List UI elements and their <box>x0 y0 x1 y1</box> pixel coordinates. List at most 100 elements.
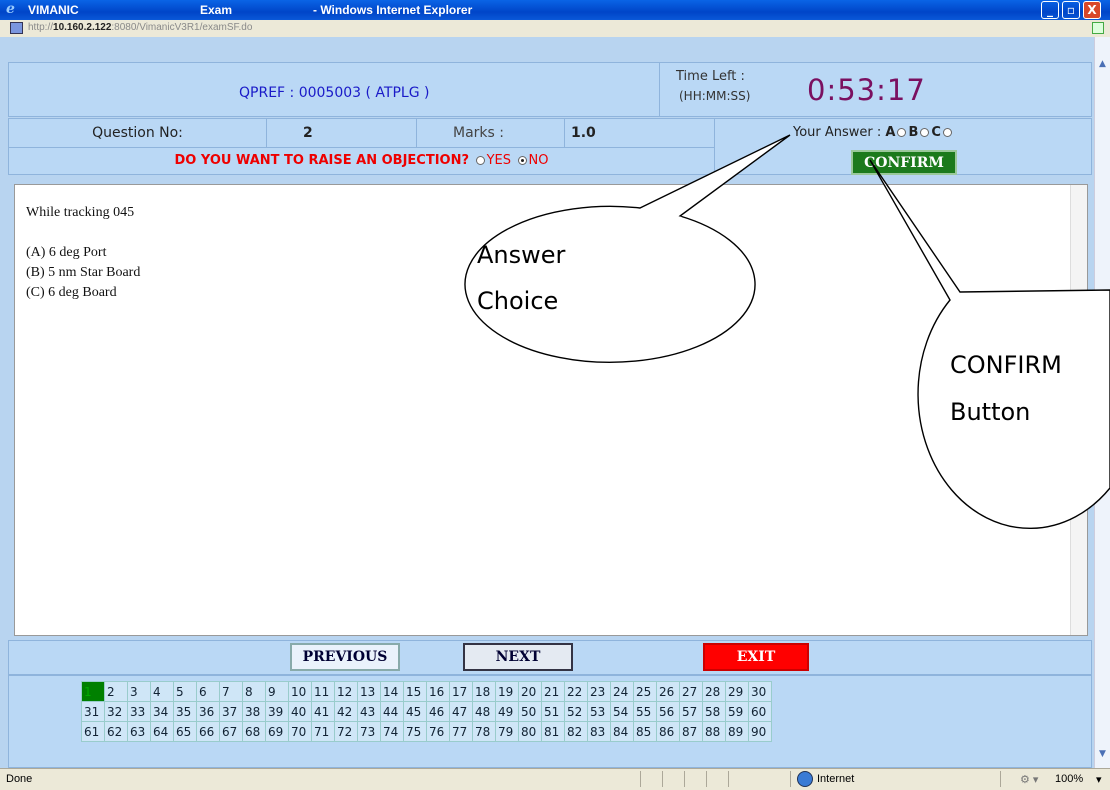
question-number-cell[interactable]: 47 <box>449 701 473 722</box>
previous-button[interactable]: PREVIOUS <box>290 643 400 671</box>
question-number-cell[interactable]: 13 <box>357 681 381 702</box>
scroll-down-icon[interactable]: ▼ <box>1097 749 1108 761</box>
question-number-cell[interactable]: 53 <box>587 701 611 722</box>
question-number-cell[interactable]: 10 <box>288 681 312 702</box>
question-number-cell[interactable]: 61 <box>81 721 105 742</box>
question-number-cell[interactable]: 57 <box>679 701 703 722</box>
question-number-cell[interactable]: 60 <box>748 701 772 722</box>
question-number-cell[interactable]: 12 <box>334 681 358 702</box>
question-scrollbar[interactable] <box>1070 185 1087 635</box>
question-number-cell[interactable]: 51 <box>541 701 565 722</box>
minimize-button[interactable]: _ <box>1041 1 1059 19</box>
question-number-cell[interactable]: 88 <box>702 721 726 742</box>
option-c-radio[interactable] <box>942 128 952 137</box>
question-number-cell[interactable]: 16 <box>426 681 450 702</box>
question-number-cell[interactable]: 17 <box>449 681 473 702</box>
zoom-dropdown-icon[interactable]: ▾ <box>1096 773 1102 786</box>
question-number-cell[interactable]: 25 <box>633 681 657 702</box>
question-number-cell[interactable]: 41 <box>311 701 335 722</box>
question-number-cell[interactable]: 23 <box>587 681 611 702</box>
question-number-cell[interactable]: 45 <box>403 701 427 722</box>
question-number-cell[interactable]: 68 <box>242 721 266 742</box>
question-number-cell[interactable]: 66 <box>196 721 220 742</box>
question-number-cell[interactable]: 77 <box>449 721 473 742</box>
question-number-cell[interactable]: 87 <box>679 721 703 742</box>
question-number-cell[interactable]: 24 <box>610 681 634 702</box>
question-number-cell[interactable]: 36 <box>196 701 220 722</box>
question-number-cell[interactable]: 46 <box>426 701 450 722</box>
question-number-cell[interactable]: 74 <box>380 721 404 742</box>
security-icon[interactable]: ⚙ ▾ <box>1020 773 1038 786</box>
question-number-cell[interactable]: 84 <box>610 721 634 742</box>
question-number-cell[interactable]: 90 <box>748 721 772 742</box>
question-number-cell[interactable]: 86 <box>656 721 680 742</box>
question-number-cell[interactable]: 54 <box>610 701 634 722</box>
question-number-cell[interactable]: 56 <box>656 701 680 722</box>
question-number-cell[interactable]: 43 <box>357 701 381 722</box>
question-number-cell[interactable]: 22 <box>564 681 588 702</box>
question-number-cell[interactable]: 71 <box>311 721 335 742</box>
question-number-cell[interactable]: 69 <box>265 721 289 742</box>
question-number-cell[interactable]: 14 <box>380 681 404 702</box>
question-number-cell[interactable]: 35 <box>173 701 197 722</box>
question-number-cell[interactable]: 82 <box>564 721 588 742</box>
question-number-cell[interactable]: 80 <box>518 721 542 742</box>
question-number-cell[interactable]: 55 <box>633 701 657 722</box>
question-number-cell[interactable]: 75 <box>403 721 427 742</box>
scroll-up-icon[interactable]: ▲ <box>1097 59 1108 71</box>
question-number-cell[interactable]: 19 <box>495 681 519 702</box>
question-number-cell[interactable]: 67 <box>219 721 243 742</box>
question-number-cell[interactable]: 58 <box>702 701 726 722</box>
question-number-cell[interactable]: 62 <box>104 721 128 742</box>
question-number-cell[interactable]: 3 <box>127 681 151 702</box>
question-number-cell[interactable]: 31 <box>81 701 105 722</box>
question-number-cell[interactable]: 9 <box>265 681 289 702</box>
question-number-cell[interactable]: 83 <box>587 721 611 742</box>
close-button[interactable]: X <box>1083 1 1101 19</box>
question-number-cell[interactable]: 1 <box>81 681 105 702</box>
confirm-button[interactable]: CONFIRM <box>851 150 957 175</box>
question-number-cell[interactable]: 6 <box>196 681 220 702</box>
question-number-cell[interactable]: 72 <box>334 721 358 742</box>
option-b-radio[interactable] <box>920 128 930 137</box>
question-number-cell[interactable]: 48 <box>472 701 496 722</box>
question-number-cell[interactable]: 32 <box>104 701 128 722</box>
restore-button[interactable]: ▫ <box>1062 1 1080 19</box>
question-number-cell[interactable]: 63 <box>127 721 151 742</box>
window-scrollbar[interactable]: ▲ ▼ <box>1094 37 1110 768</box>
question-number-cell[interactable]: 11 <box>311 681 335 702</box>
question-number-cell[interactable]: 44 <box>380 701 404 722</box>
question-number-cell[interactable]: 52 <box>564 701 588 722</box>
question-number-cell[interactable]: 64 <box>150 721 174 742</box>
option-a-radio[interactable] <box>897 128 907 137</box>
question-number-cell[interactable]: 42 <box>334 701 358 722</box>
question-number-cell[interactable]: 78 <box>472 721 496 742</box>
question-number-cell[interactable]: 27 <box>679 681 703 702</box>
question-number-cell[interactable]: 89 <box>725 721 749 742</box>
exit-button[interactable]: EXIT <box>703 643 809 671</box>
question-number-cell[interactable]: 18 <box>472 681 496 702</box>
question-number-cell[interactable]: 26 <box>656 681 680 702</box>
question-number-cell[interactable]: 21 <box>541 681 565 702</box>
question-number-cell[interactable]: 73 <box>357 721 381 742</box>
question-number-cell[interactable]: 79 <box>495 721 519 742</box>
question-number-cell[interactable]: 4 <box>150 681 174 702</box>
question-number-cell[interactable]: 30 <box>748 681 772 702</box>
question-number-cell[interactable]: 29 <box>725 681 749 702</box>
question-number-cell[interactable]: 49 <box>495 701 519 722</box>
question-number-cell[interactable]: 38 <box>242 701 266 722</box>
question-number-cell[interactable]: 15 <box>403 681 427 702</box>
question-number-cell[interactable]: 20 <box>518 681 542 702</box>
question-number-cell[interactable]: 59 <box>725 701 749 722</box>
question-number-cell[interactable]: 50 <box>518 701 542 722</box>
question-number-cell[interactable]: 39 <box>265 701 289 722</box>
next-button[interactable]: NEXT <box>463 643 573 671</box>
question-number-cell[interactable]: 76 <box>426 721 450 742</box>
question-number-cell[interactable]: 37 <box>219 701 243 722</box>
question-number-cell[interactable]: 85 <box>633 721 657 742</box>
objection-yes-radio[interactable] <box>475 156 485 165</box>
question-number-cell[interactable]: 34 <box>150 701 174 722</box>
question-number-cell[interactable]: 5 <box>173 681 197 702</box>
question-number-cell[interactable]: 65 <box>173 721 197 742</box>
question-number-cell[interactable]: 81 <box>541 721 565 742</box>
